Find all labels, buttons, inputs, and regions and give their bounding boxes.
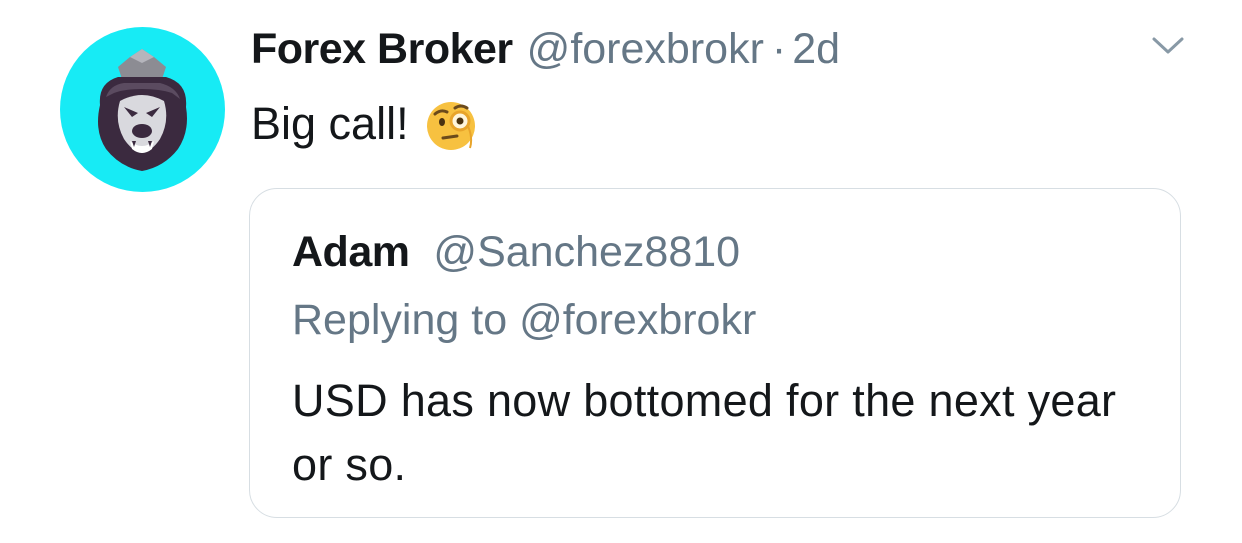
tweet[interactable]: Forex Broker @forexbrokr · 2d Big call!: [0, 0, 1242, 543]
quoted-display-name[interactable]: Adam: [292, 228, 410, 276]
quoted-tweet-header: Adam @Sanchez8810: [292, 225, 740, 279]
tweet-header: Forex Broker @forexbrokr · 2d: [251, 22, 840, 76]
separator-dot: ·: [771, 25, 787, 73]
display-name[interactable]: Forex Broker: [251, 22, 513, 76]
quoted-user-handle[interactable]: @Sanchez8810: [433, 228, 740, 276]
avatar[interactable]: [60, 27, 225, 192]
quoted-tweet-card[interactable]: Adam @Sanchez8810 Replying to @forexbrok…: [249, 188, 1181, 518]
tweet-text: Big call!: [251, 92, 479, 156]
replying-to-label: Replying to @forexbrokr: [292, 296, 757, 344]
chevron-down-icon[interactable]: [1148, 30, 1188, 60]
lion-logo-icon: [98, 49, 187, 171]
user-handle[interactable]: @forexbrokr: [527, 22, 764, 76]
tweet-text-content: Big call!: [251, 98, 409, 149]
face-with-monocle-icon: [423, 96, 479, 152]
quoted-tweet-text: USD has now bottomed for the next year o…: [292, 375, 1117, 490]
tweet-timestamp[interactable]: 2d: [792, 22, 840, 76]
